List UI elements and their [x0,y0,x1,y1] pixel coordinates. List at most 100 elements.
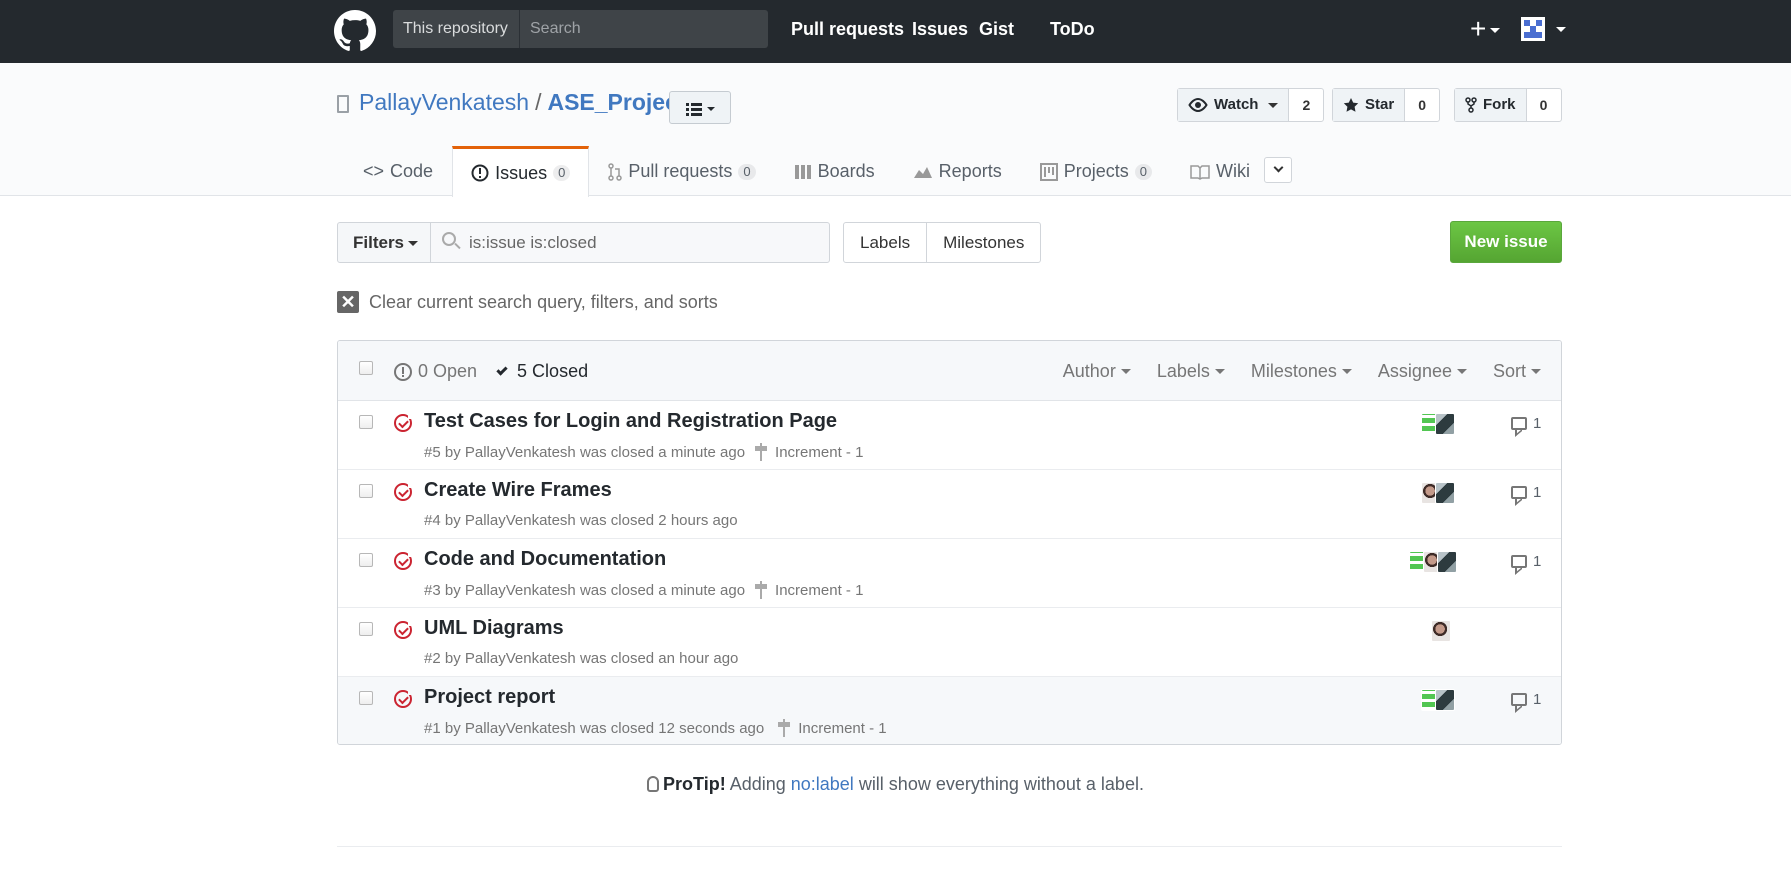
protip: ProTip! Adding no:label will show everyt… [0,774,1791,795]
issue-title-link[interactable]: Test Cases for Login and Registration Pa… [424,410,837,433]
comment-icon [1511,486,1527,499]
select-all-checkbox[interactable] [359,361,373,375]
issue-row: Code and Documentation #3 by PallayVenka… [338,539,1561,608]
watch-button[interactable]: Watch [1178,89,1290,121]
milestones-link[interactable]: Milestones [926,223,1040,262]
issue-comments-link[interactable]: 1 [1511,691,1541,708]
tab-wiki[interactable]: Wiki [1171,146,1269,196]
issue-comments-link[interactable]: 1 [1511,415,1541,432]
issue-checkbox[interactable] [359,691,373,705]
repo-menu-button[interactable] [669,91,731,124]
comment-count: 1 [1533,553,1542,570]
comment-count: 1 [1533,484,1542,501]
fork-count[interactable]: 0 [1527,89,1561,121]
sort-filter[interactable]: Sort [1493,361,1541,382]
github-logo-icon[interactable] [334,10,376,52]
code-icon: <> [363,161,385,181]
projects-counter: 0 [1134,163,1152,180]
labels-link[interactable]: Labels [844,223,926,262]
watch-label: Watch [1214,96,1259,113]
tab-issues[interactable]: Issues 0 [452,146,590,197]
star-icon [1343,98,1359,112]
search-input[interactable]: Search [520,10,768,48]
issue-assignees[interactable] [1431,620,1451,642]
clear-filters-link[interactable]: ✕ Clear current search query, filters, a… [337,291,718,313]
tab-code-label: Code [390,161,434,181]
nav-gist[interactable]: Gist [979,0,1014,59]
check-icon [496,363,508,376]
tab-projects[interactable]: Projects 0 [1021,146,1171,196]
assignee-filter[interactable]: Assignee [1378,361,1467,382]
tab-reports[interactable]: Reports [894,146,1021,196]
nav-todo[interactable]: ToDo [1050,0,1095,59]
tab-boards[interactable]: Boards [775,146,894,196]
repo-name-link[interactable]: ASE_Project [547,89,685,115]
closed-count-label: 5 Closed [517,361,589,381]
pulls-counter: 0 [738,163,756,180]
tab-wiki-label: Wiki [1215,161,1250,181]
tab-boards-label: Boards [817,161,875,181]
comment-count: 1 [1533,691,1542,708]
issue-title-link[interactable]: UML Diagrams [424,617,564,640]
milestones-filter[interactable]: Milestones [1251,361,1352,382]
subnav-links: Labels Milestones [843,222,1042,263]
star-count[interactable]: 0 [1405,89,1439,121]
issue-assignees[interactable] [1421,482,1455,504]
user-avatar[interactable] [1521,17,1545,41]
issue-meta-text: #1 by PallayVenkatesh was closed 12 seco… [424,719,765,737]
nav-issues[interactable]: Issues [912,0,968,59]
identicon-icon [1521,17,1545,41]
issues-counter: 0 [553,165,571,181]
issues-list-header: 0 Open 5 Closed Author Labels Milestones… [338,341,1561,401]
nav-pull-requests[interactable]: Pull requests [791,0,904,59]
watch-count[interactable]: 2 [1289,89,1323,121]
issue-milestone-link[interactable]: Increment - 1 [755,443,863,461]
fork-group: Fork 0 [1454,88,1562,122]
labels-filter[interactable]: Labels [1157,361,1225,382]
star-group: Star 0 [1332,88,1441,122]
issue-milestone-link[interactable]: Increment - 1 [755,581,863,599]
issue-checkbox[interactable] [359,553,373,567]
issue-title-link[interactable]: Create Wire Frames [424,479,612,502]
more-tabs-button[interactable] [1264,157,1292,183]
issue-assignees[interactable] [1421,413,1455,435]
issue-closed-icon [394,620,415,639]
issue-assignees[interactable] [1409,551,1457,573]
fork-button[interactable]: Fork [1455,89,1527,121]
tab-pull-requests[interactable]: Pull requests 0 [589,146,774,196]
avatar [1431,620,1451,642]
top-header: This repository Search Pull requests Iss… [0,0,1791,63]
issue-states: 0 Open 5 Closed [394,361,588,382]
issue-checkbox[interactable] [359,622,373,636]
new-issue-button[interactable]: New issue [1450,221,1562,263]
tab-code[interactable]: <> Code [344,146,452,196]
issue-comments-link[interactable]: 1 [1511,553,1541,570]
plus-icon: + [1470,13,1487,44]
filters-button[interactable]: Filters [337,222,431,263]
repo-owner-link[interactable]: PallayVenkatesh [359,89,529,115]
no-label-link[interactable]: no:label [791,774,854,794]
issue-milestone-link[interactable]: Increment - 1 [778,719,887,737]
open-issues-link[interactable]: 0 Open [394,361,477,382]
milestone-label: Increment - 1 [775,443,864,461]
issue-title-link[interactable]: Code and Documentation [424,548,666,571]
issue-assignees[interactable] [1421,689,1455,711]
labels-filter-label: Labels [1156,361,1210,381]
author-filter[interactable]: Author [1063,361,1131,382]
star-button[interactable]: Star [1333,89,1406,121]
header-search[interactable]: This repository Search [393,10,768,48]
issue-comments-link[interactable]: 1 [1511,484,1541,501]
tab-pulls-label: Pull requests [628,161,733,181]
issue-checkbox[interactable] [359,415,373,429]
issue-search-input[interactable]: is:issue is:closed [430,222,830,263]
closed-issues-link[interactable]: 5 Closed [495,361,588,382]
caret-down-icon [1268,102,1279,108]
create-new-dropdown[interactable]: + [1470,13,1501,44]
assignee-filter-label: Assignee [1377,361,1452,381]
sort-filter-label: Sort [1492,361,1526,381]
issue-checkbox[interactable] [359,484,373,498]
close-icon: ✕ [337,291,359,313]
issue-title-link[interactable]: Project report [424,686,555,709]
avatar-caret-icon[interactable] [1556,27,1566,32]
milestones-filter-label: Milestones [1250,361,1337,381]
